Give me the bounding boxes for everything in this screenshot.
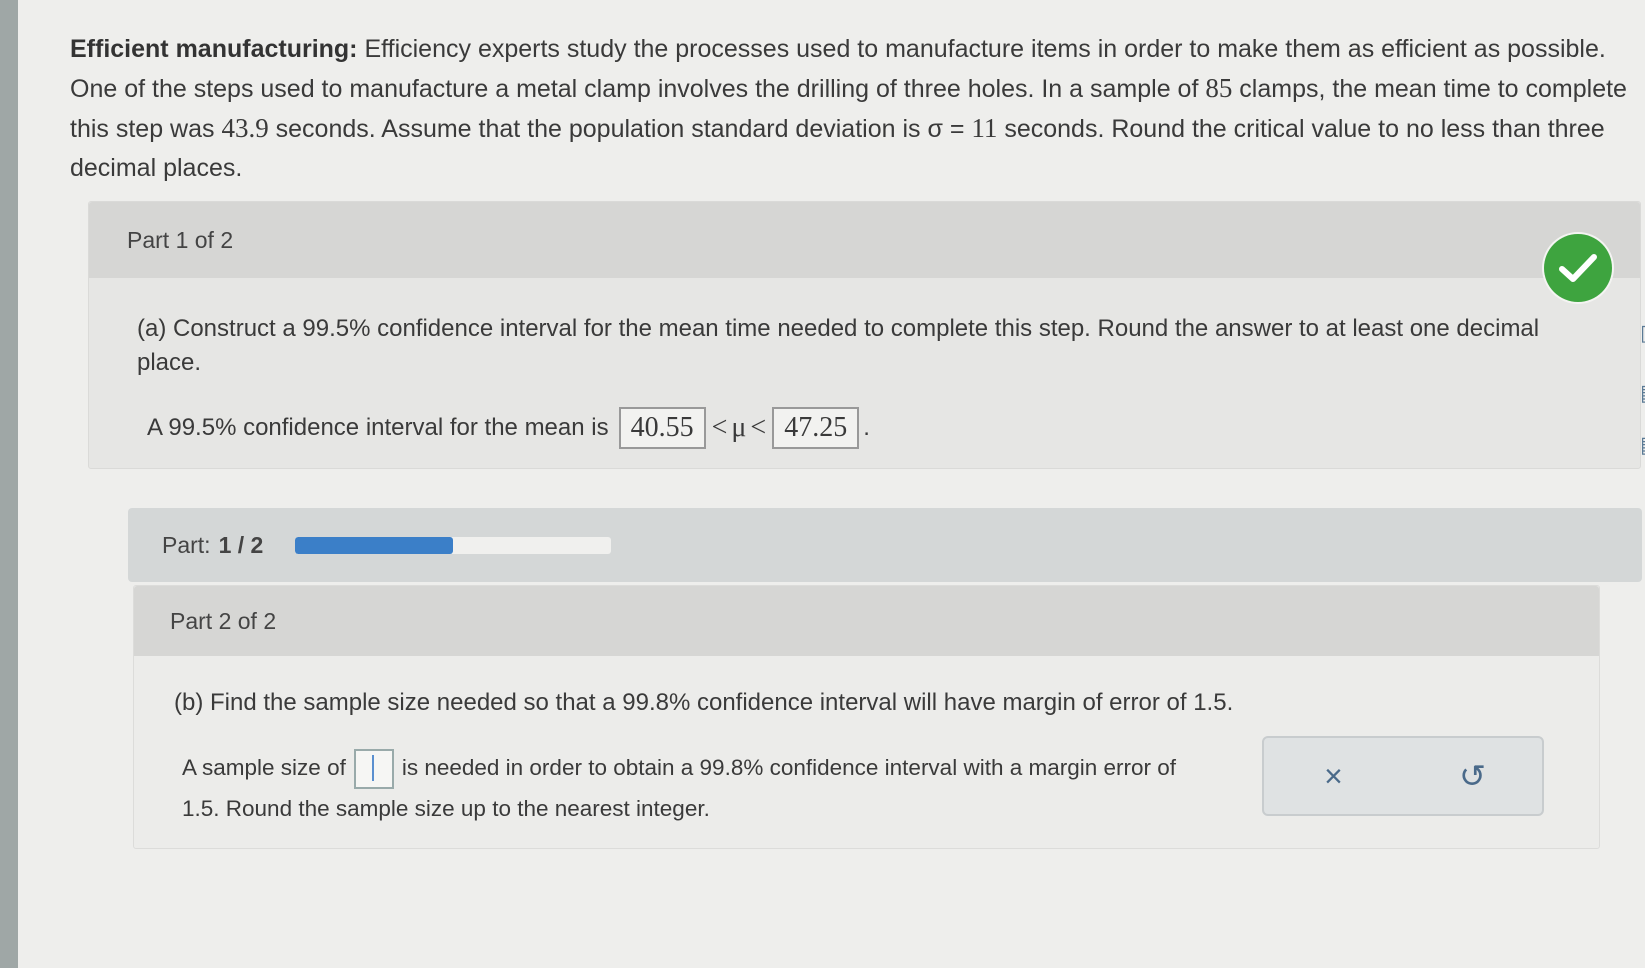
progress-bar — [295, 536, 612, 554]
text-cursor — [371, 755, 374, 782]
progress-bar-fill — [295, 536, 454, 554]
confidence-interval-line: A 99.5% confidence interval for the mean… — [147, 407, 870, 449]
part-2-question: (b) Find the sample size needed so that … — [174, 689, 1234, 716]
correct-check-icon — [1544, 234, 1612, 302]
progress-value: 1 / 2 — [218, 531, 264, 558]
calculator-icon[interactable]: ▯ — [1640, 320, 1645, 350]
checkmark-icon — [1559, 254, 1597, 282]
formula-icon[interactable]: ▦ — [1640, 432, 1645, 462]
progress-label: Part: — [162, 531, 211, 558]
sample-size-answer-line: A sample size of is needed in order to ob… — [182, 748, 1182, 828]
problem-statement: Efficient manufacturing: Efficiency expe… — [70, 30, 1630, 188]
part-1-question: (a) Construct a 99.5% confidence interva… — [137, 315, 1540, 376]
less-than-symbol: < — [711, 412, 728, 443]
mu-symbol: μ — [731, 412, 747, 443]
ci-period: . — [863, 414, 870, 441]
problem-n: 85 — [1205, 73, 1233, 103]
lower-bound-input[interactable]: 40.55 — [618, 407, 706, 449]
page: Efficient manufacturing: Efficiency expe… — [18, 0, 1645, 968]
part-2-panel: Part 2 of 2 (b) Find the sample size nee… — [133, 585, 1600, 849]
part-progress: Part: 1 / 2 — [128, 508, 1642, 582]
problem-sigma: 11 — [971, 113, 998, 143]
part-1-header: Part 1 of 2 — [89, 202, 1640, 278]
part-1-panel: Part 1 of 2 (a) Construct a 99.5% confid… — [88, 201, 1641, 469]
data-icon[interactable]: ▤ — [1640, 380, 1645, 410]
problem-text-3: seconds. Assume that the population stan… — [268, 115, 972, 143]
right-toolbar: ▯ ▤ ▦ — [1640, 320, 1645, 500]
sample-size-input[interactable] — [353, 749, 394, 790]
problem-title: Efficient manufacturing: — [70, 35, 358, 63]
clear-button[interactable]: × — [1314, 756, 1354, 796]
answer-prefix: A sample size of — [182, 755, 346, 780]
upper-bound-input[interactable]: 47.25 — [772, 407, 860, 449]
less-than-symbol: < — [750, 412, 767, 443]
answer-tools: × ↺ — [1262, 736, 1544, 816]
problem-mean: 43.9 — [221, 113, 269, 143]
close-icon: × — [1324, 757, 1343, 794]
part-2-header: Part 2 of 2 — [134, 586, 1599, 656]
undo-icon: ↺ — [1459, 758, 1486, 794]
ci-prefix: A 99.5% confidence interval for the mean… — [147, 414, 609, 441]
undo-button[interactable]: ↺ — [1453, 756, 1493, 796]
